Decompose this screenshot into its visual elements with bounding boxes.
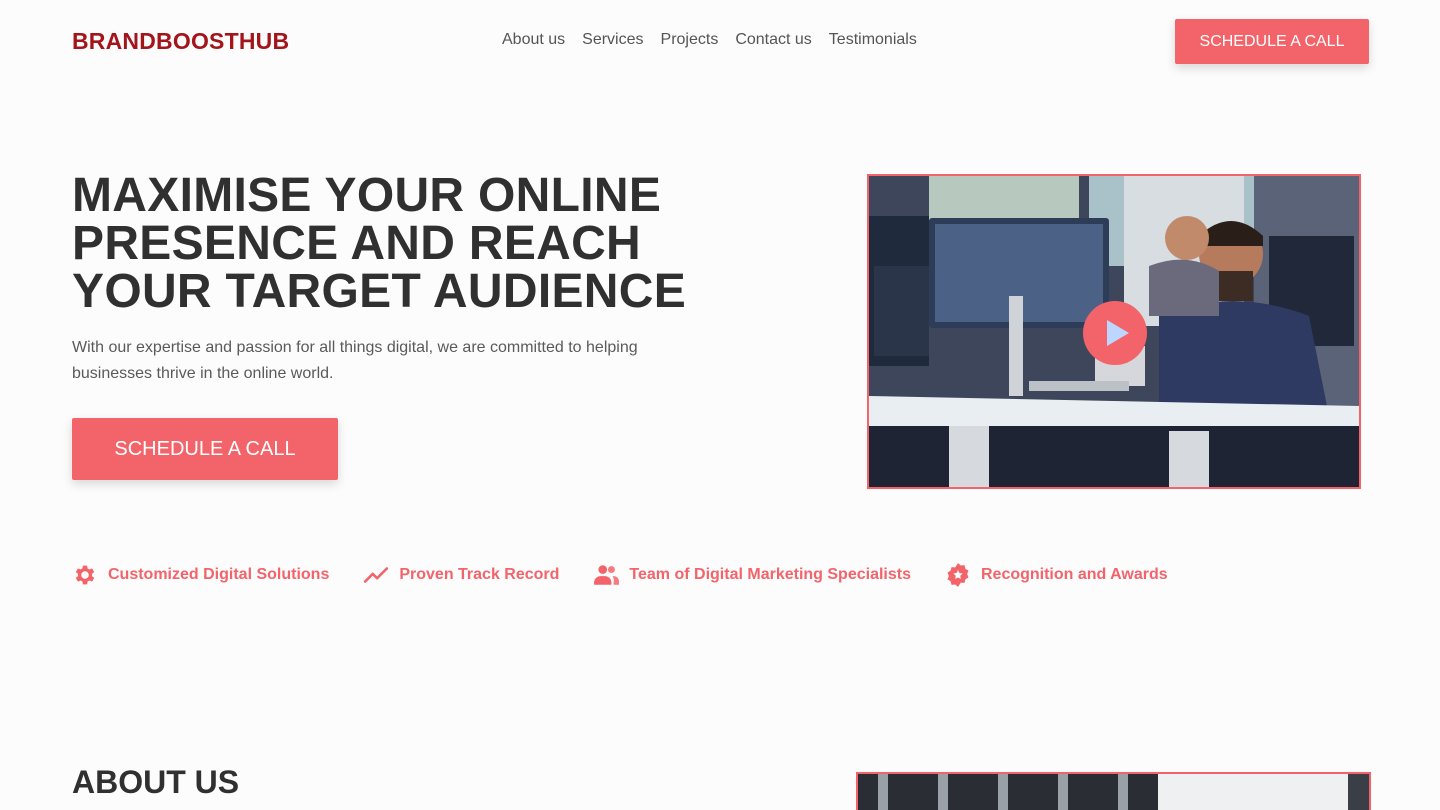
features-row: Customized Digital Solutions Proven Trac… — [72, 562, 1168, 588]
feature-item: Proven Track Record — [363, 562, 559, 588]
about-image — [856, 772, 1371, 810]
site-header: BRANDBOOSTHUB About us Services Projects… — [0, 0, 1440, 82]
nav-link-about[interactable]: About us — [502, 31, 565, 49]
play-icon — [1107, 320, 1129, 346]
feature-label: Team of Digital Marketing Specialists — [629, 566, 911, 583]
nav-link-services[interactable]: Services — [582, 31, 643, 49]
hero-title: MAXIMISE YOUR ONLINE PRESENCE AND REACH … — [72, 172, 772, 316]
hero-title-line: PRESENCE AND REACH — [72, 217, 642, 270]
users-icon — [594, 565, 620, 585]
hero-title-line: MAXIMISE YOUR ONLINE — [72, 169, 662, 222]
header-schedule-call-button[interactable]: SCHEDULE A CALL — [1175, 19, 1369, 64]
award-badge-icon — [947, 563, 969, 587]
trend-up-icon — [364, 567, 389, 583]
feature-label: Recognition and Awards — [980, 566, 1168, 583]
nav-link-contact[interactable]: Contact us — [735, 31, 811, 49]
feature-label: Customized Digital Solutions — [108, 566, 330, 583]
feature-item: Team of Digital Marketing Specialists — [593, 562, 911, 588]
nav-link-testimonials[interactable]: Testimonials — [829, 31, 917, 49]
brand-logo[interactable]: BRANDBOOSTHUB — [72, 28, 289, 55]
main-nav: About us Services Projects Contact us Te… — [502, 31, 917, 49]
about-photo — [858, 774, 1369, 810]
gear-icon — [75, 565, 95, 585]
hero-subtitle: With our expertise and passion for all t… — [72, 339, 638, 382]
hero-schedule-call-button[interactable]: SCHEDULE A CALL — [72, 418, 338, 480]
about-section-title: ABOUT US — [72, 764, 240, 800]
hero-title-line: YOUR TARGET AUDIENCE — [72, 265, 687, 318]
feature-item: Recognition and Awards — [945, 562, 1168, 588]
hero-video[interactable] — [867, 174, 1361, 489]
feature-label: Proven Track Record — [399, 566, 560, 583]
video-play-button[interactable] — [1083, 301, 1147, 365]
feature-item: Customized Digital Solutions — [72, 562, 329, 588]
nav-link-projects[interactable]: Projects — [661, 31, 719, 49]
